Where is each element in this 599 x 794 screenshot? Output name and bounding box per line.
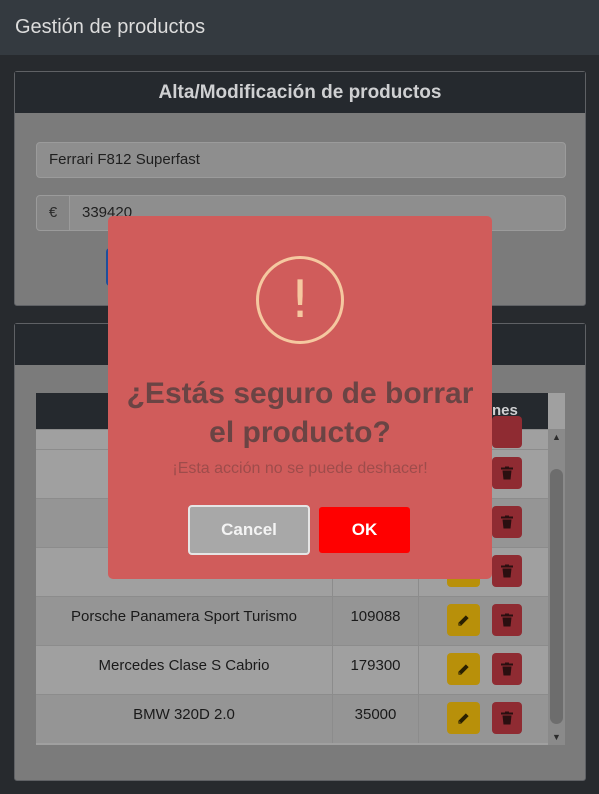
- exclamation-icon: !: [289, 270, 311, 330]
- cancel-button[interactable]: Cancel: [188, 505, 310, 555]
- dialog-title: ¿Estás seguro de borrar el producto?: [126, 377, 474, 449]
- warning-icon: !: [256, 256, 344, 344]
- ok-button[interactable]: OK: [319, 507, 410, 553]
- dialog-text: ¡Esta acción no se puede deshacer!: [172, 460, 428, 477]
- confirm-delete-dialog: ! ¿Estás seguro de borrar el producto? ¡…: [108, 216, 492, 579]
